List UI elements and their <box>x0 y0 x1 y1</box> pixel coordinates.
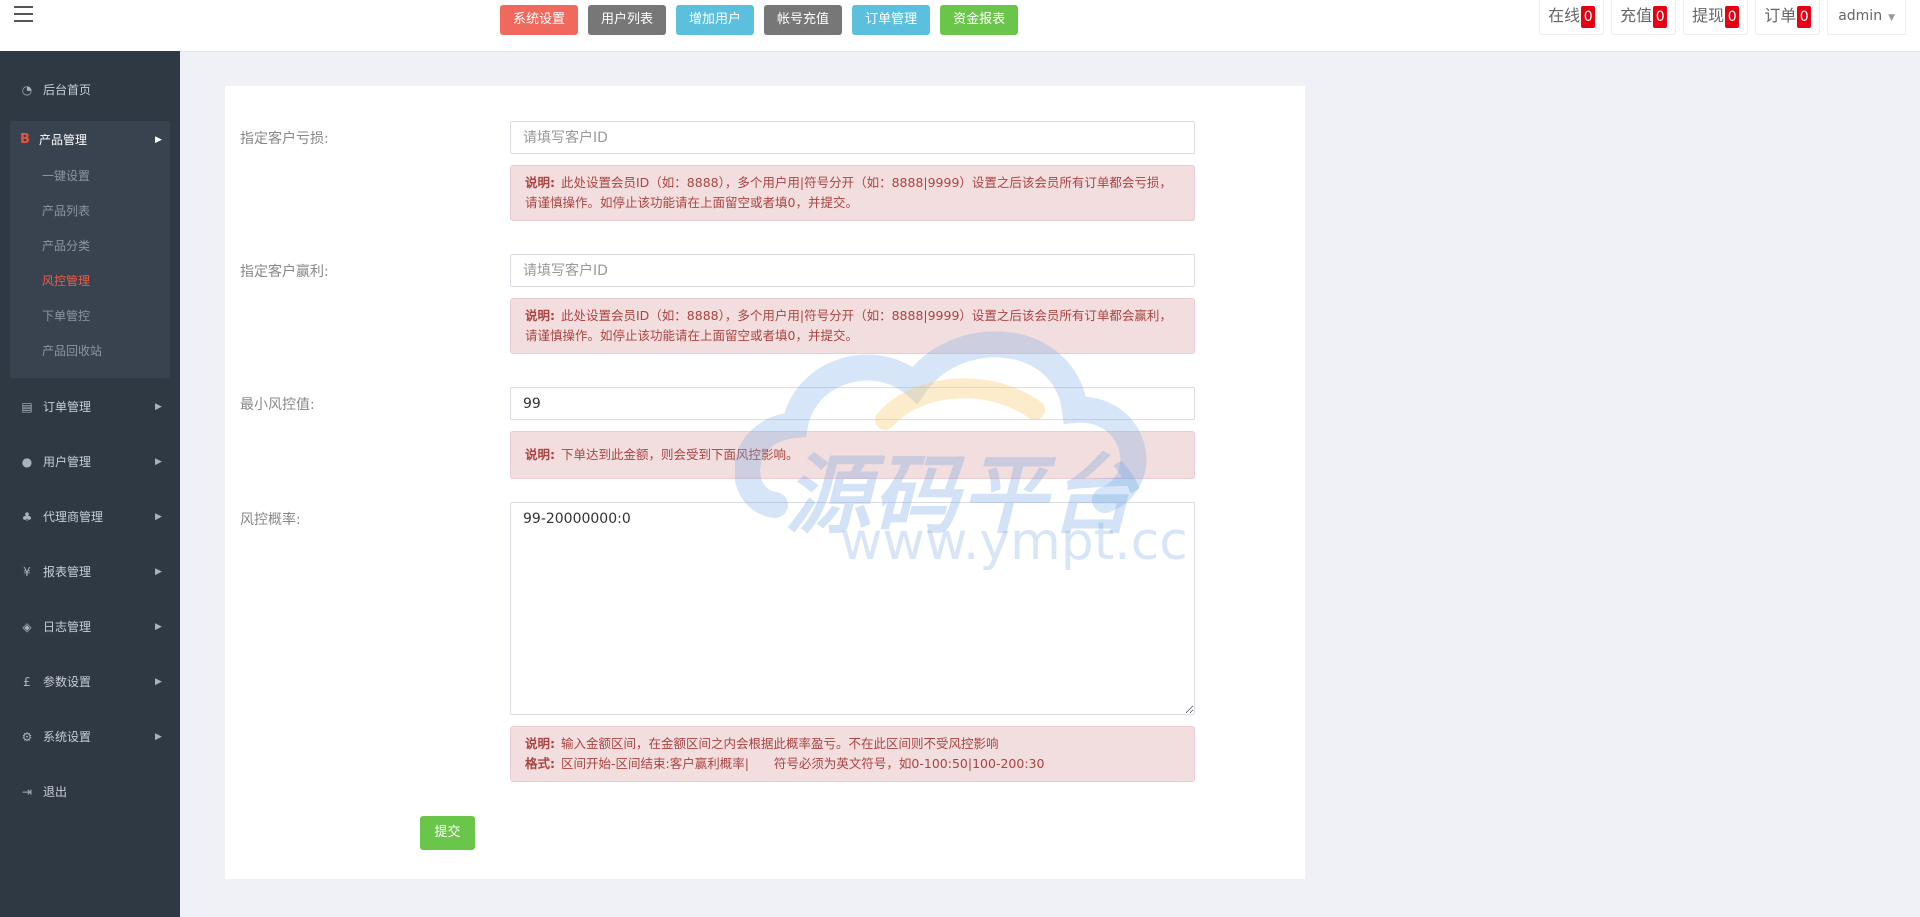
sidebar-item-home[interactable]: ◔ 后台首页 <box>0 73 180 107</box>
sidebar-item-system[interactable]: ⚙ 系统设置 ▶ <box>0 720 180 754</box>
pound-icon: £ <box>23 675 31 689</box>
copy-icon: ▤ <box>21 400 33 414</box>
tags-icon: ◈ <box>22 620 32 634</box>
sidebar-item-label: 代理商管理 <box>43 510 104 524</box>
recharge-stat[interactable]: 充值 0 <box>1611 0 1677 35</box>
sidebar-subitem-order-control[interactable]: 下单管控 <box>42 301 90 331</box>
user-list-button[interactable]: 用户列表 <box>588 5 667 35</box>
online-label: 在线 <box>1548 6 1581 25</box>
format-text: 区间开始-区间结束:客户赢利概率| 符号必须为英文符号，如0-100:50|10… <box>561 756 1045 771</box>
order-management-button[interactable]: 订单管理 <box>852 5 931 35</box>
min-risk-note: 说明: 下单达到此金额，则会受到下面风控影响。 <box>510 431 1195 479</box>
sidebar-item-label: 系统设置 <box>43 730 92 744</box>
account-recharge-button[interactable]: 帐号充值 <box>764 5 843 35</box>
caret-right-icon: ▶ <box>155 732 162 742</box>
risk-rate-label: 风控概率: <box>240 512 301 528</box>
note-line: 说明: 输入金额区间，在金额区间之内会根据此概率盈亏。不在此区间则不受风控影响 <box>525 734 1180 754</box>
note-title: 说明: <box>525 175 555 190</box>
profit-customer-label: 指定客户赢利: <box>240 264 329 280</box>
withdraw-stat[interactable]: 提现 0 <box>1683 0 1749 35</box>
system-settings-button[interactable]: 系统设置 <box>500 5 579 35</box>
min-risk-input[interactable] <box>510 387 1195 420</box>
loss-customer-label: 指定客户亏损: <box>240 131 329 147</box>
sidebar-item-label: 订单管理 <box>43 400 92 414</box>
top-bar: 系统设置 用户列表 增加用户 帐号充值 订单管理 资金报表 在线 0 充值 0 提现… <box>0 0 1920 52</box>
caret-right-icon: ▶ <box>155 512 162 522</box>
submit-button[interactable]: 提交 <box>420 816 475 850</box>
add-user-button[interactable]: 增加用户 <box>676 5 755 35</box>
format-line: 格式: 区间开始-区间结束:客户赢利概率| 符号必须为英文符号，如0-100:50… <box>525 754 1180 774</box>
sidebar-item-orders[interactable]: ▤ 订单管理 ▶ <box>0 390 180 424</box>
sidebar-item-product[interactable]: B 产品管理 ▶ <box>10 121 170 159</box>
recharge-label: 充值 <box>1620 6 1653 25</box>
stats-bar: 在线 0 充值 0 提现 0 订单 0 admin ▼ <box>1539 0 1920 35</box>
sidebar-item-label: 用户管理 <box>43 455 92 469</box>
sidebar-subitem-product-list[interactable]: 产品列表 <box>42 196 90 226</box>
online-stat[interactable]: 在线 0 <box>1539 0 1605 35</box>
caret-right-icon: ▶ <box>155 567 162 577</box>
withdraw-count-badge: 0 <box>1725 6 1740 28</box>
risk-rate-note: 说明: 输入金额区间，在金额区间之内会根据此概率盈亏。不在此区间则不受风控影响 格… <box>510 726 1195 782</box>
sidebar-item-agents[interactable]: ♣ 代理商管理 ▶ <box>0 500 180 534</box>
loss-note: 说明: 此处设置会员ID（如：8888），多个用户用|符号分开（如：8888|99… <box>510 165 1195 221</box>
user-icon: ● <box>21 455 33 469</box>
sidebar-subitem-product-category[interactable]: 产品分类 <box>42 231 90 261</box>
order-stat[interactable]: 订单 0 <box>1755 0 1821 35</box>
risk-rate-textarea[interactable]: 99-20000000:0 <box>510 502 1195 715</box>
sidebar-item-params[interactable]: £ 参数设置 ▶ <box>0 665 180 699</box>
sidebar-item-logs[interactable]: ◈ 日志管理 ▶ <box>0 610 180 644</box>
sidebar-item-label: 参数设置 <box>43 675 92 689</box>
loss-customer-input[interactable] <box>510 121 1195 154</box>
cogs-icon: ⚙ <box>21 730 33 744</box>
sidebar-item-reports[interactable]: ¥ 报表管理 ▶ <box>0 555 180 589</box>
order-label: 订单 <box>1764 6 1797 25</box>
sidebar-subitem-quick-settings[interactable]: 一键设置 <box>42 161 90 191</box>
sidebar-item-label: 日志管理 <box>43 620 92 634</box>
online-count-badge: 0 <box>1581 6 1596 28</box>
caret-right-icon: ▶ <box>155 457 162 467</box>
profit-customer-input[interactable] <box>510 254 1195 287</box>
sidebar-item-label: 报表管理 <box>43 565 92 579</box>
note-title: 说明: <box>525 736 555 751</box>
bitcoin-icon: B <box>20 132 30 147</box>
sitemap-icon: ♣ <box>21 510 33 524</box>
withdraw-label: 提现 <box>1692 6 1725 25</box>
note-text: 此处设置会员ID（如：8888），多个用户用|符号分开（如：8888|9999）… <box>525 175 1172 210</box>
chevron-down-icon: ▼ <box>1888 13 1895 23</box>
quick-actions: 系统设置 用户列表 增加用户 帐号充值 订单管理 资金报表 <box>500 5 1028 35</box>
fund-report-button[interactable]: 资金报表 <box>940 5 1019 35</box>
menu-toggle-icon[interactable] <box>14 6 33 22</box>
sign-out-icon: ⇥ <box>21 785 33 799</box>
format-title: 格式: <box>525 756 555 771</box>
yen-icon: ¥ <box>23 565 31 579</box>
sidebar-item-label: 退出 <box>43 785 68 799</box>
caret-right-icon: ▶ <box>155 135 162 145</box>
sidebar-item-logout[interactable]: ⇥ 退出 <box>0 775 180 809</box>
sidebar: ◔ 后台首页 B 产品管理 ▶ 一键设置 产品列表 产品分类 风控管理 下单管控… <box>0 51 180 917</box>
note-title: 说明: <box>525 447 555 462</box>
min-risk-label: 最小风控值: <box>240 397 315 413</box>
sidebar-subitem-risk-control[interactable]: 风控管理 <box>42 266 90 296</box>
note-title: 说明: <box>525 308 555 323</box>
note-text: 输入金额区间，在金额区间之内会根据此概率盈亏。不在此区间则不受风控影响 <box>561 736 999 751</box>
dashboard-icon: ◔ <box>21 83 33 97</box>
profit-note: 说明: 此处设置会员ID（如：8888），多个用户用|符号分开（如：8888|99… <box>510 298 1195 354</box>
note-text: 下单达到此金额，则会受到下面风控影响。 <box>561 447 799 462</box>
user-menu[interactable]: admin ▼ <box>1827 0 1906 35</box>
recharge-count-badge: 0 <box>1653 6 1668 28</box>
caret-right-icon: ▶ <box>155 677 162 687</box>
note-text: 此处设置会员ID（如：8888），多个用户用|符号分开（如：8888|9999）… <box>525 308 1172 343</box>
order-count-badge: 0 <box>1797 6 1812 28</box>
sidebar-subitem-product-recycle[interactable]: 产品回收站 <box>42 336 102 366</box>
risk-control-form: 指定客户亏损: 说明:此处设置会员ID（如：8888），多个用户用|符号分开（如… <box>225 86 1305 879</box>
sidebar-item-label: 后台首页 <box>43 83 92 97</box>
caret-right-icon: ▶ <box>155 622 162 632</box>
sidebar-group-product: B 产品管理 ▶ 一键设置 产品列表 产品分类 风控管理 下单管控 产品回收站 <box>10 121 170 378</box>
sidebar-item-label: 产品管理 <box>39 133 88 147</box>
caret-right-icon: ▶ <box>155 402 162 412</box>
sidebar-item-users[interactable]: ● 用户管理 ▶ <box>0 445 180 479</box>
user-name: admin <box>1838 8 1883 24</box>
